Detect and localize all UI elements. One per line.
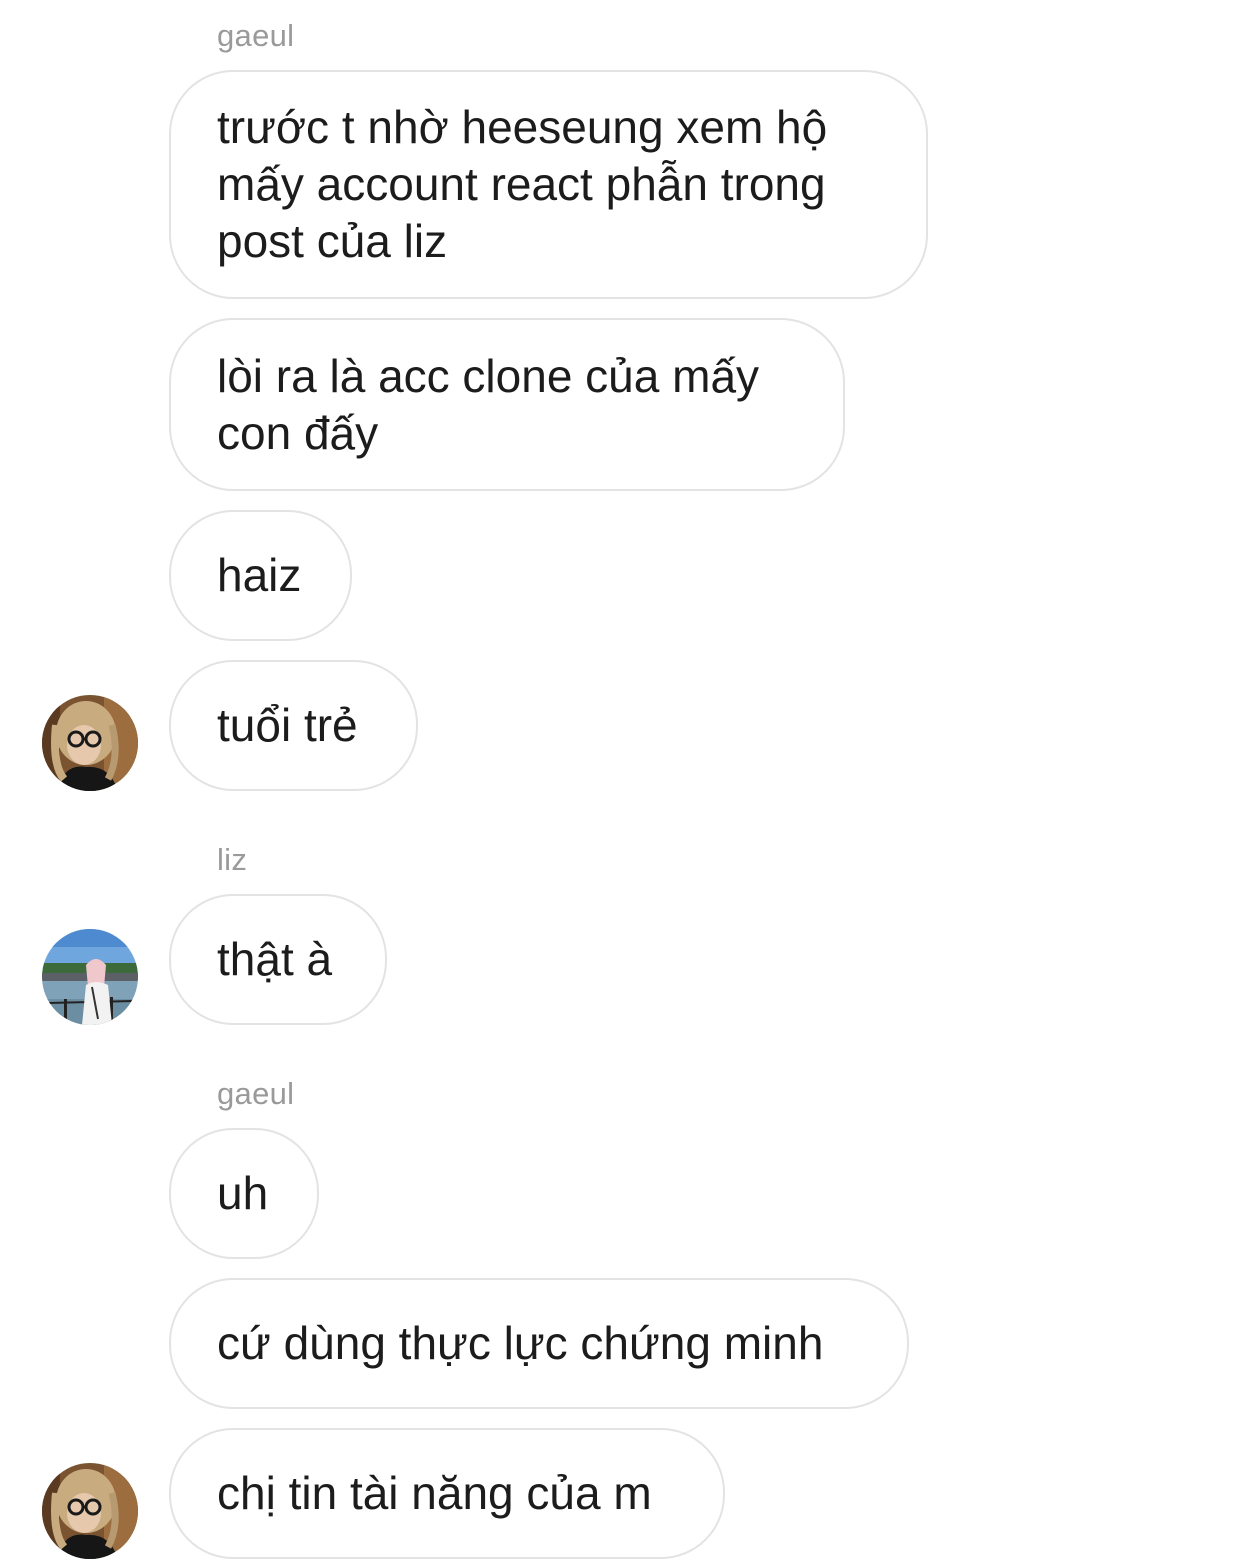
sender-name: gaeul [217, 18, 295, 53]
message-bubble[interactable]: chị tin tài năng của m [169, 1428, 725, 1559]
message-bubble[interactable]: haiz [169, 510, 352, 641]
message-bubble[interactable]: uh [169, 1128, 319, 1259]
avatar-gaeul[interactable] [42, 1463, 138, 1559]
message-text: thật à [217, 933, 333, 985]
message-bubble[interactable]: cứ dùng thực lực chứng minh [169, 1278, 909, 1409]
message-text: cứ dùng thực lực chứng minh [217, 1317, 824, 1369]
avatar-liz[interactable] [42, 929, 138, 1025]
message-text: chị tin tài năng của m [217, 1467, 652, 1519]
avatar-gaeul-image [42, 695, 138, 791]
avatar-gaeul[interactable] [42, 695, 138, 791]
message-text: trước t nhờ heeseung xem hộ mấy account … [217, 101, 828, 267]
message-text: uh [217, 1167, 269, 1219]
message-text: lòi ra là acc clone của mấy con đấy [217, 349, 760, 459]
message-text: haiz [217, 549, 302, 601]
message-bubble[interactable]: lòi ra là acc clone của mấy con đấy [169, 318, 845, 491]
sender-name: gaeul [217, 1076, 295, 1111]
avatar-gaeul-image [42, 1463, 138, 1559]
message-bubble[interactable]: tuổi trẻ [169, 660, 418, 791]
avatar-liz-image [42, 929, 138, 1025]
message-text: tuổi trẻ [217, 699, 358, 751]
message-bubble[interactable]: trước t nhờ heeseung xem hộ mấy account … [169, 70, 928, 299]
sender-name: liz [217, 842, 248, 877]
message-bubble[interactable]: thật à [169, 894, 387, 1025]
